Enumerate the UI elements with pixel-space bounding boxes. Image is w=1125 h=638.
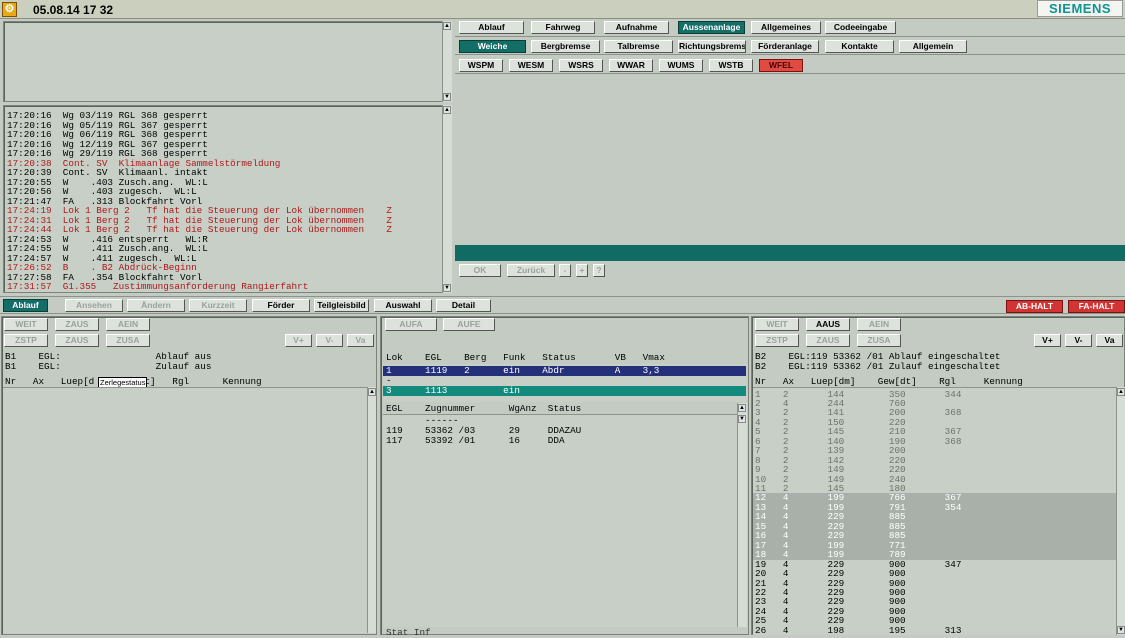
scroll-up-icon[interactable]: ▲ [1117, 388, 1125, 396]
subtab-1[interactable]: Weiche [459, 40, 526, 53]
right-speed-btn-3[interactable]: Va [1096, 334, 1123, 347]
info-scrollbar[interactable]: ▲ ▼ [442, 21, 452, 102]
tab-ablauf[interactable]: Ablauf [459, 21, 524, 34]
filter-wesm[interactable]: WESM [509, 59, 553, 72]
help-button[interactable]: ? [593, 264, 605, 277]
subtab-7[interactable]: Allgemein [899, 40, 967, 53]
scroll-down-icon[interactable]: ▼ [443, 93, 451, 101]
ab-halt-button[interactable]: AB-HALT [1006, 300, 1063, 313]
subtab-6[interactable]: Kontakte [825, 40, 894, 53]
main-tab-8[interactable]: Detail [436, 299, 491, 312]
tab-fahrweg[interactable]: Fahrweg [531, 21, 595, 34]
left-btn-zaus[interactable]: ZAUS [55, 318, 99, 331]
info-panel [3, 21, 452, 102]
right-scrollbar[interactable]: ▲ ▼ [1116, 387, 1125, 635]
egl-table-header: EGL Zugnummer WgAnz Status [386, 403, 582, 414]
scroll-down-icon[interactable]: ▼ [1117, 626, 1125, 634]
right-btn2-zstp[interactable]: ZSTP [755, 334, 799, 347]
right-btn-weit[interactable]: WEIT [755, 318, 799, 331]
scroll-up-icon[interactable]: ▲ [443, 22, 451, 30]
scroll-down-icon[interactable]: ▼ [738, 415, 746, 423]
filter-wwar[interactable]: WWAR [609, 59, 653, 72]
right-table-header: Nr Ax Luep[dm] Gew[dt] Rgl Kennung [755, 376, 1023, 387]
left-btn2-zstp[interactable]: ZSTP [4, 334, 48, 347]
lok-table-header: Lok EGL Berg Funk Status VB Vmax [386, 352, 665, 363]
left-scrollbar[interactable]: ▲ [367, 387, 376, 633]
back-button[interactable]: Zurück [507, 264, 555, 277]
right-btn2-zaus[interactable]: ZAUS [806, 334, 850, 347]
right-btn-aaus[interactable]: AAUS [806, 318, 850, 331]
right-btn2-zusa[interactable]: ZUSA [857, 334, 901, 347]
main-tab-6[interactable]: Teilgleisbild [314, 299, 369, 312]
subtab-3[interactable]: Talbremse [604, 40, 673, 53]
left-status-line-2: B1 EGL: Zulauf aus [5, 361, 212, 372]
aufe-button[interactable]: AUFE [443, 318, 495, 331]
filter-wspm[interactable]: WSPM [459, 59, 503, 72]
scroll-up-icon[interactable]: ▲ [368, 388, 376, 396]
message-list: 17:20:16 Wg 03/119 RGL 368 gesperrt 17:20… [7, 111, 392, 292]
main-tab-1[interactable]: Ablauf [3, 299, 48, 312]
lok-row[interactable]: 3 1113 ein [383, 386, 746, 396]
filter-wfel[interactable]: WFEL [759, 59, 803, 72]
scroll-down-icon[interactable]: ▼ [443, 284, 451, 292]
left-speed-btn-2[interactable]: V- [316, 334, 343, 347]
stat-info-label: Stat Inf [386, 627, 431, 638]
tab-aufnahme[interactable]: Aufnahme [604, 21, 669, 34]
tab-aussenanlage[interactable]: Aussenanlage [678, 21, 745, 34]
table-row[interactable]: 26 4 198 195 313 [753, 626, 1116, 636]
log-message: 17:31:57 G1.355 Zustimmungsanforderung R… [7, 281, 309, 292]
brand-logo: SIEMENS [1037, 0, 1123, 17]
app-logo-icon[interactable]: ⚙ [2, 2, 17, 17]
log-scrollbar[interactable]: ▲ ▼ [442, 105, 452, 293]
subtab-2[interactable]: Bergbremse [531, 40, 600, 53]
right-speed-btn-1[interactable]: V+ [1034, 334, 1061, 347]
main-tab-7[interactable]: Auswahl [374, 299, 432, 312]
status-strip [455, 245, 1125, 261]
detail-area [455, 73, 1125, 244]
main-tab-3[interactable]: Ändern [127, 299, 185, 312]
right-status-line-2: B2 EGL:119 53362 /01 Zulauf eingeschalte… [755, 361, 1001, 372]
egl-scrollbar[interactable]: ▲ ▼ [737, 403, 747, 627]
scroll-up-icon[interactable]: ▲ [443, 106, 451, 114]
tab-codeeingabe[interactable]: Codeeingabe [825, 21, 896, 34]
minus-button[interactable]: - [559, 264, 571, 277]
ok-button[interactable]: OK [459, 264, 501, 277]
subtab-4[interactable]: Richtungsbremse [678, 40, 746, 53]
left-btn2-zusa[interactable]: ZUSA [106, 334, 150, 347]
left-speed-btn-3[interactable]: Va [347, 334, 374, 347]
left-btn-aein[interactable]: AEIN [106, 318, 150, 331]
left-btn2-zaus[interactable]: ZAUS [55, 334, 99, 347]
filter-wums[interactable]: WUMS [659, 59, 703, 72]
subtab-5[interactable]: Förderanlage [751, 40, 819, 53]
datetime: 05.08.14 17 32 [33, 3, 114, 17]
main-tab-4[interactable]: Kurzzeit [189, 299, 247, 312]
egl-row[interactable]: 117 53392 /01 16 DDA [386, 436, 565, 446]
main-tab-2[interactable]: Ansehen [65, 299, 123, 312]
left-btn-weit[interactable]: WEIT [4, 318, 48, 331]
main-tab-5[interactable]: Förder [252, 299, 310, 312]
scroll-up-icon[interactable]: ▲ [738, 404, 746, 412]
title-bar: ⚙ 05.08.14 17 32 SIEMENS [0, 0, 1125, 19]
left-speed-btn-1[interactable]: V+ [285, 334, 312, 347]
right-speed-btn-2[interactable]: V- [1065, 334, 1092, 347]
filter-wstb[interactable]: WSTB [709, 59, 753, 72]
filter-wsrs[interactable]: WSRS [559, 59, 603, 72]
right-btn-aein[interactable]: AEIN [857, 318, 901, 331]
aufa-button[interactable]: AUFA [385, 318, 437, 331]
lok-row[interactable]: 1 1119 2 ein Abdr A 3,3 [383, 366, 746, 376]
tab-allgemeines[interactable]: Allgemeines [751, 21, 821, 34]
left-table-body [3, 387, 367, 633]
fa-halt-button[interactable]: FA-HALT [1068, 300, 1125, 313]
plus-button[interactable]: + [576, 264, 588, 277]
